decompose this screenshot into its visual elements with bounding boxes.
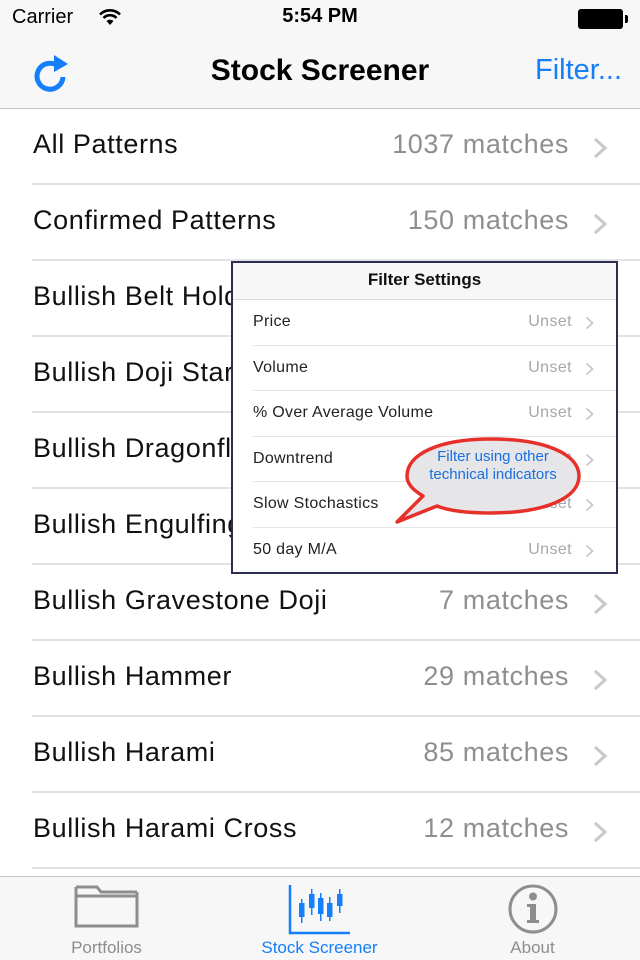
- filter-label: % Over Average Volume: [253, 404, 434, 421]
- chevron-right-icon: [593, 593, 608, 615]
- filter-settings-popover: Filter Settings Price Unset Volume Unset…: [231, 261, 618, 574]
- chevron-right-icon: [593, 213, 608, 235]
- chevron-right-icon: [585, 498, 594, 512]
- pattern-name: Bullish Harami: [33, 737, 216, 767]
- match-count: 1037 matches: [392, 129, 569, 159]
- filter-label: Slow Stochastics: [253, 495, 379, 512]
- navigation-bar: Stock Screener Filter...: [0, 40, 640, 109]
- list-item[interactable]: Bullish Gravestone Doji 7 matches: [0, 565, 640, 641]
- filter-item-50-day-ma[interactable]: 50 day M/A Unset: [233, 528, 616, 574]
- tab-about[interactable]: About: [426, 877, 639, 960]
- refresh-button[interactable]: [26, 50, 76, 100]
- match-count: 85 matches: [423, 737, 569, 767]
- filter-value: Unset: [528, 313, 572, 330]
- chevron-right-icon: [593, 745, 608, 767]
- filter-item-volume[interactable]: Volume Unset: [233, 346, 616, 392]
- match-count: 7 matches: [439, 585, 569, 615]
- tab-portfolios[interactable]: Portfolios: [0, 877, 213, 960]
- list-item[interactable]: Bullish Hammer 29 matches: [0, 641, 640, 717]
- pattern-name: Bullish Gravestone Doji: [33, 585, 328, 615]
- chevron-right-icon: [585, 407, 594, 421]
- clock: 5:54 PM: [282, 5, 358, 27]
- tab-label: About: [510, 938, 555, 957]
- match-count: 12 matches: [423, 813, 569, 843]
- pattern-name: Confirmed Patterns: [33, 205, 277, 235]
- list-item[interactable]: Bullish Harami Cross 12 matches: [0, 793, 640, 869]
- filter-value: Unset: [528, 358, 572, 376]
- refresh-icon: [34, 55, 68, 92]
- chevron-right-icon: [593, 821, 608, 843]
- info-icon: [508, 884, 557, 934]
- tab-label: Stock Screener: [261, 938, 378, 957]
- list-item[interactable]: Confirmed Patterns 150 matches: [0, 185, 640, 261]
- callout-text: Filter using other technical indicators: [429, 448, 557, 483]
- filter-label: Price: [253, 313, 291, 330]
- match-count: 29 matches: [423, 661, 569, 691]
- popover-title: Filter Settings: [233, 263, 616, 300]
- filter-value: Unset: [528, 404, 572, 421]
- filter-item-price[interactable]: Price Unset: [233, 300, 616, 346]
- tab-bar: Portfolios Stock Screener About: [0, 876, 640, 960]
- candlestick-chart-icon: [288, 885, 350, 935]
- pattern-name: Bullish Doji Star: [33, 357, 234, 387]
- filter-label: Volume: [253, 358, 309, 376]
- list-item[interactable]: Bullish Harami 85 matches: [0, 717, 640, 793]
- chevron-right-icon: [585, 362, 594, 375]
- filter-item-over-average-volume[interactable]: % Over Average Volume Unset: [233, 391, 616, 437]
- chevron-right-icon: [585, 453, 594, 466]
- pattern-name: Bullish Belt Hold: [33, 281, 240, 311]
- filter-value: Unset: [528, 540, 572, 558]
- filter-button[interactable]: Filter...: [535, 54, 622, 87]
- pattern-name: Bullish Harami Cross: [33, 813, 298, 843]
- pattern-name: All Patterns: [33, 129, 179, 159]
- chevron-right-icon: [593, 137, 608, 159]
- match-count: 150 matches: [407, 205, 569, 235]
- chevron-right-icon: [585, 316, 594, 330]
- tab-stock-screener[interactable]: Stock Screener: [213, 877, 426, 960]
- folder-icon: [74, 885, 138, 928]
- chevron-right-icon: [593, 669, 608, 691]
- pattern-name: Bullish Engulfing: [33, 509, 243, 539]
- filter-label: 50 day M/A: [253, 540, 337, 558]
- tab-label: Portfolios: [71, 938, 142, 957]
- filter-label: Downtrend: [253, 449, 334, 467]
- battery-full-icon: [578, 9, 628, 29]
- pattern-name: Bullish Hammer: [33, 661, 232, 691]
- list-item[interactable]: All Patterns 1037 matches: [0, 109, 640, 185]
- status-bar: Carrier 5:54 PM: [0, 0, 640, 40]
- chevron-right-icon: [585, 544, 594, 557]
